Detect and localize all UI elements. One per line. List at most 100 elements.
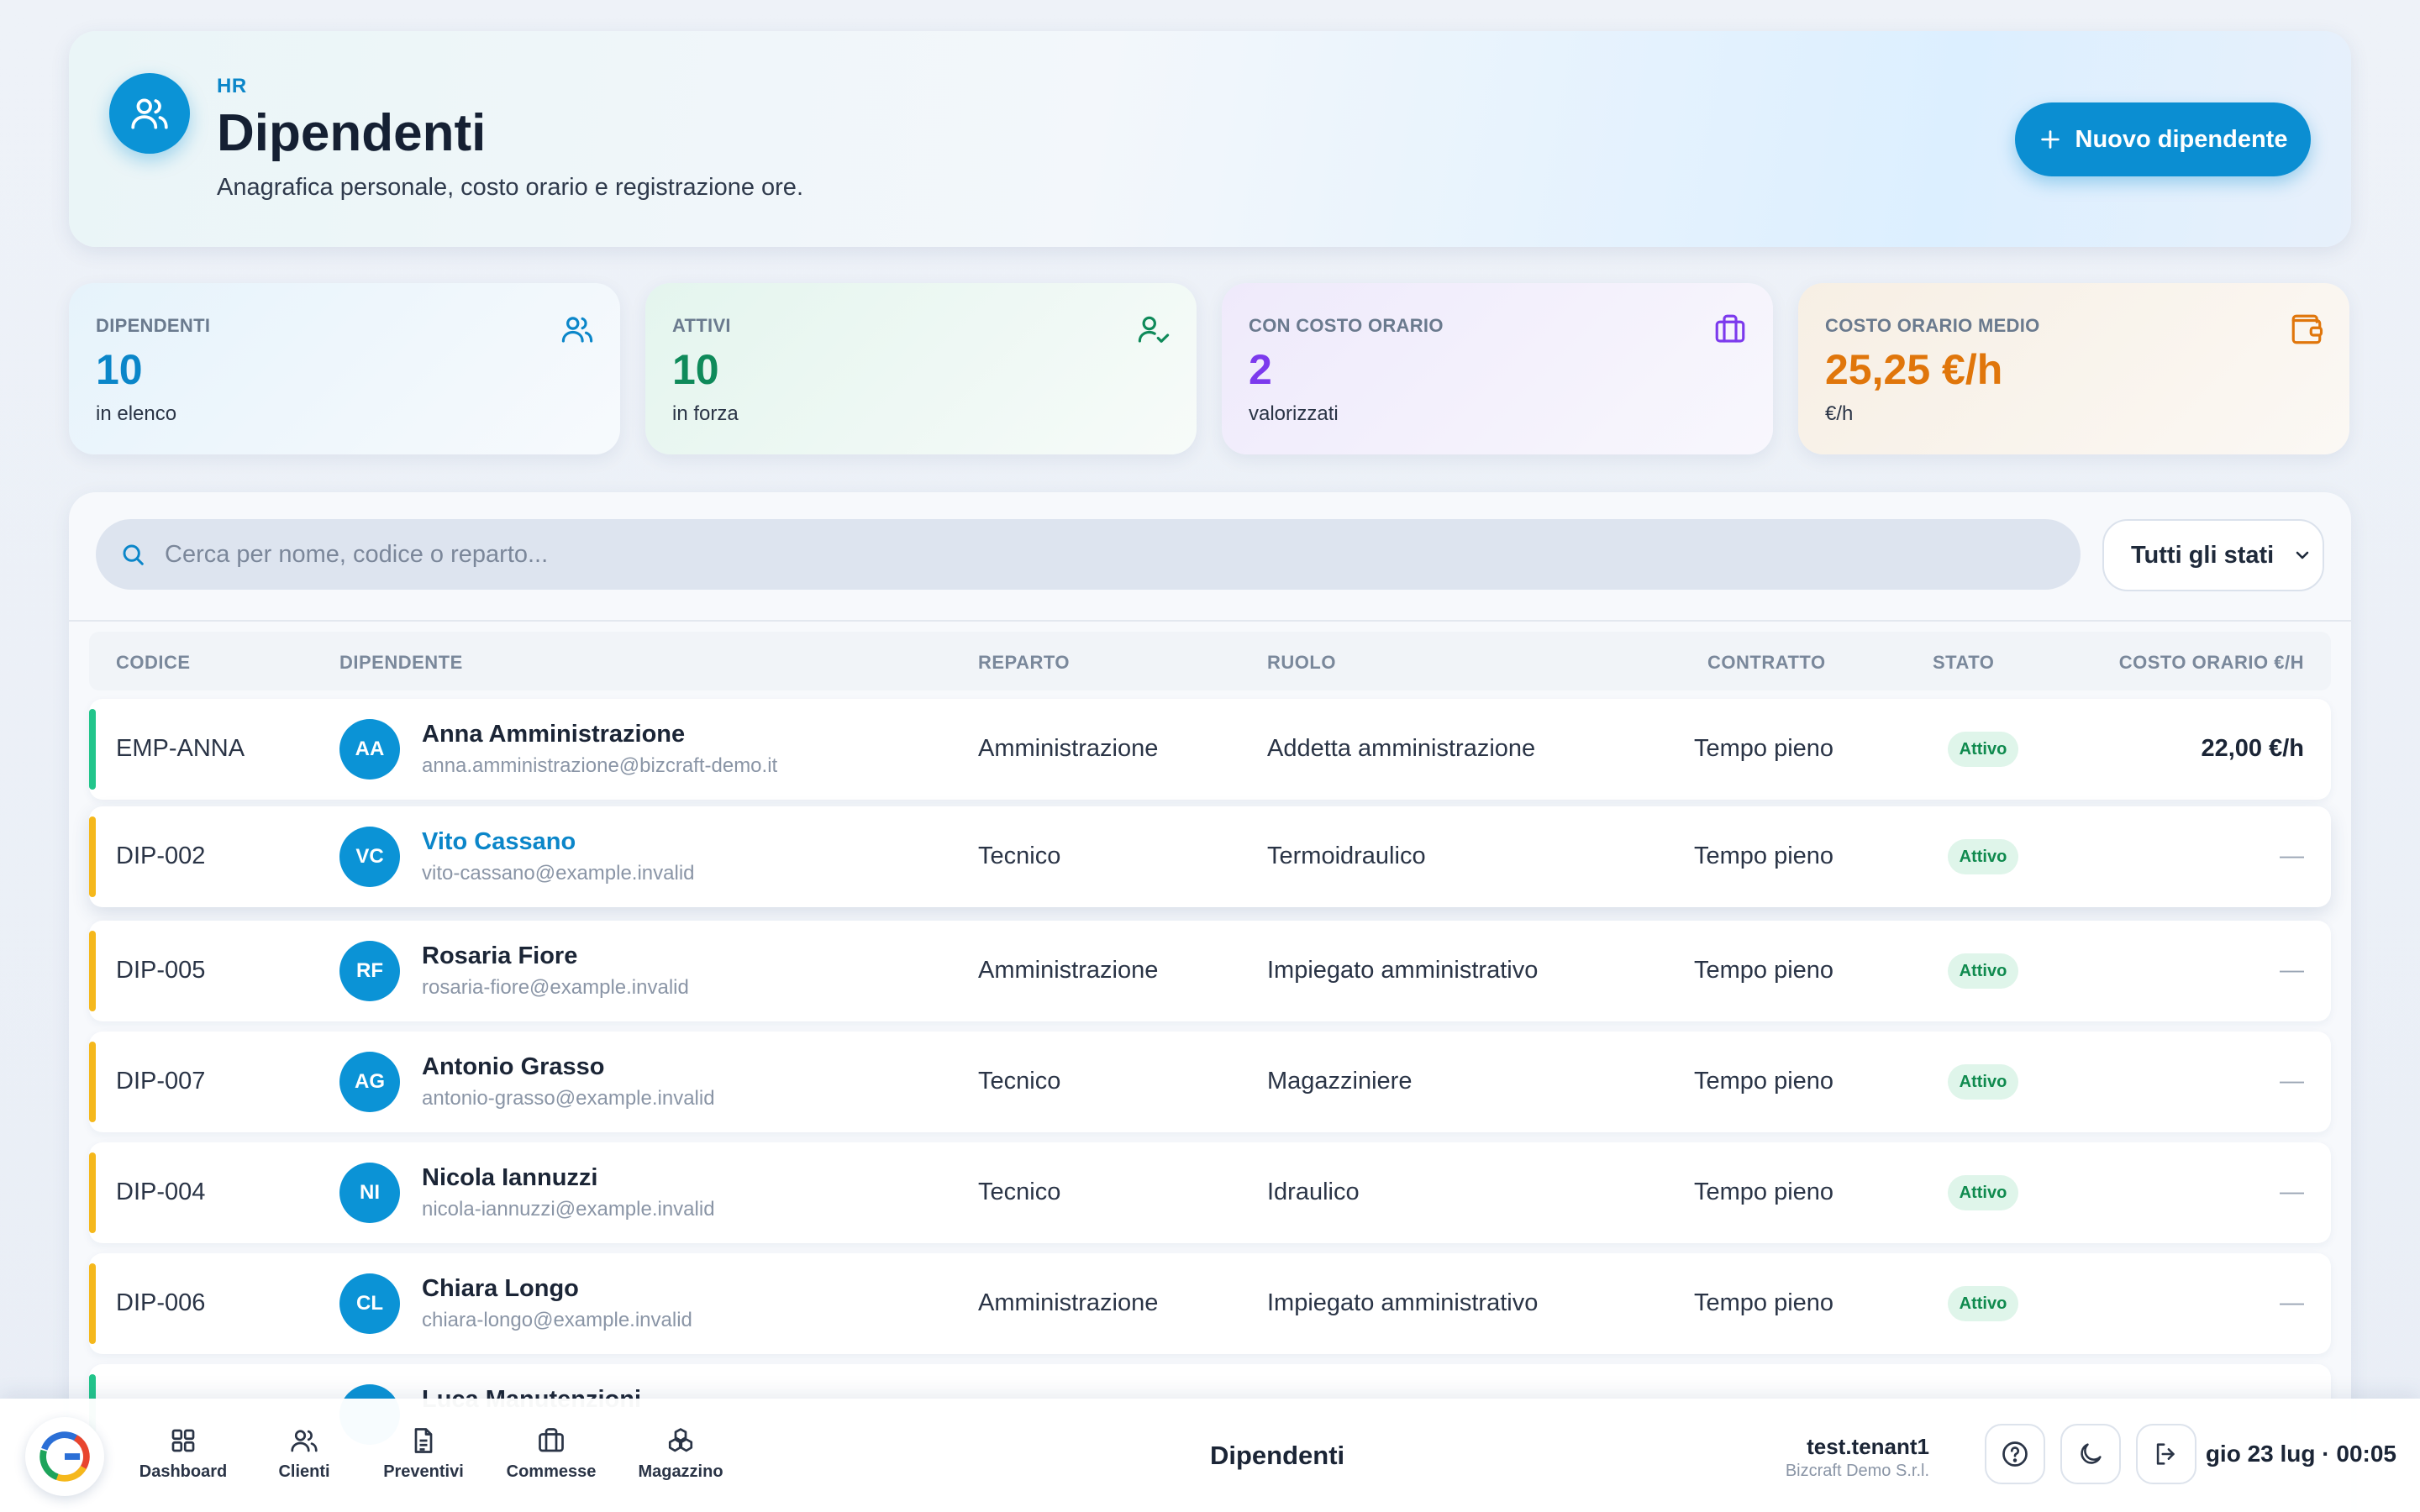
user-check-icon — [1138, 316, 1170, 343]
stat-card-avg-cost: COSTO ORARIO MEDIO 25,25 €/h €/h — [1798, 283, 2349, 454]
employee-role: Idraulico — [1267, 1179, 1360, 1205]
table-row[interactable]: DIP-004 NI Nicola Iannuzzi nicola-iannuz… — [89, 1142, 2331, 1243]
employee-department: Amministrazione — [978, 735, 1159, 762]
employee-name[interactable]: Antonio Grasso — [422, 1053, 605, 1081]
nav-label: Dashboard — [139, 1462, 228, 1481]
column-header-role[interactable]: RUOLO — [1267, 652, 1336, 674]
help-button[interactable] — [1985, 1424, 2045, 1484]
user-organization: Bizcraft Demo S.r.l. — [1785, 1462, 1929, 1480]
employee-name[interactable]: Nicola Iannuzzi — [422, 1164, 597, 1192]
stat-value: 10 — [96, 346, 143, 393]
row-status-accent — [89, 1263, 96, 1344]
employee-code: DIP-002 — [116, 843, 206, 869]
wallet-icon — [2291, 314, 2323, 344]
hourly-cost: — — [2280, 1179, 2304, 1205]
avatar: VC — [339, 827, 400, 887]
employee-name[interactable]: Chiara Longo — [422, 1275, 579, 1303]
table-row[interactable]: DIP-002 VC Vito Cassano vito-cassano@exa… — [89, 806, 2331, 907]
employee-department: Amministrazione — [978, 957, 1159, 984]
column-header-department[interactable]: REPARTO — [978, 652, 1070, 674]
document-icon — [414, 1428, 433, 1453]
app-logo[interactable] — [25, 1417, 104, 1496]
divider — [69, 620, 2351, 622]
employee-name[interactable]: Anna Amministrazione — [422, 721, 685, 748]
employee-department: Amministrazione — [978, 1289, 1159, 1316]
column-header-status[interactable]: STATO — [1933, 652, 1994, 674]
employee-code: DIP-006 — [116, 1289, 206, 1316]
bottom-bar: Dashboard Clienti Preventivi Commesse Ma… — [0, 1399, 2420, 1512]
hourly-cost: — — [2280, 1289, 2304, 1316]
employee-email: vito-cassano@example.invalid — [422, 862, 695, 885]
status-badge: Attivo — [1948, 953, 2018, 989]
employee-email: antonio-grasso@example.invalid — [422, 1087, 715, 1110]
employee-contract: Tempo pieno — [1694, 1068, 1834, 1095]
table-row[interactable]: DIP-005 RF Rosaria Fiore rosaria-fiore@e… — [89, 921, 2331, 1021]
employee-role: Addetta amministrazione — [1267, 735, 1536, 762]
nav-label: Clienti — [278, 1462, 330, 1481]
employee-name[interactable]: Vito Cassano — [422, 828, 576, 856]
section-eyebrow: HR — [217, 75, 247, 97]
stat-sub: valorizzati — [1249, 402, 1339, 425]
stat-value: 10 — [672, 346, 719, 393]
row-status-accent — [89, 709, 96, 790]
stat-card-hourly-cost: CON COSTO ORARIO 2 valorizzati — [1222, 283, 1773, 454]
help-icon — [2002, 1441, 2028, 1467]
logout-button[interactable] — [2136, 1424, 2196, 1484]
app-logo-icon — [39, 1431, 90, 1482]
stat-card-active: ATTIVI 10 in forza — [645, 283, 1197, 454]
employee-email: chiara-longo@example.invalid — [422, 1309, 692, 1331]
logout-icon — [2156, 1443, 2175, 1465]
stat-sub: in forza — [672, 402, 739, 425]
employee-code: DIP-004 — [116, 1179, 206, 1205]
employee-contract: Tempo pieno — [1694, 1289, 1834, 1316]
hourly-cost: — — [2280, 843, 2304, 869]
users-icon — [109, 73, 190, 154]
users-icon — [291, 1430, 318, 1452]
status-badge: Attivo — [1948, 1064, 2018, 1100]
stat-value: 2 — [1249, 346, 1272, 393]
employee-email: anna.amministrazione@bizcraft-demo.it — [422, 754, 778, 777]
nav-item-magazzino[interactable]: Magazzino — [622, 1425, 739, 1482]
avatar: AG — [339, 1052, 400, 1112]
table-row[interactable]: DIP-007 AG Antonio Grasso antonio-grasso… — [89, 1032, 2331, 1132]
search-box[interactable] — [96, 519, 2081, 590]
search-input[interactable] — [165, 540, 2013, 569]
status-filter-select[interactable]: Tutti gli stati — [2102, 519, 2324, 591]
briefcase-icon — [1715, 314, 1745, 343]
plus-icon — [2040, 130, 2060, 149]
status-badge: Attivo — [1948, 1286, 2018, 1321]
page-header: HR Dipendenti Anagrafica personale, cost… — [69, 31, 2351, 247]
employee-role: Impiegato amministrativo — [1267, 957, 1539, 984]
column-header-hourly-cost[interactable]: COSTO ORARIO €/H — [2119, 652, 2304, 674]
employee-code: DIP-005 — [116, 957, 206, 984]
nav-label: Magazzino — [638, 1462, 723, 1481]
nav-item-clienti[interactable]: Clienti — [245, 1425, 363, 1482]
nav-item-dashboard[interactable]: Dashboard — [124, 1425, 242, 1482]
dashboard-icon — [171, 1429, 195, 1452]
new-employee-button[interactable]: Nuovo dipendente — [2015, 102, 2311, 176]
column-header-code[interactable]: CODICE — [116, 652, 191, 674]
column-header-employee[interactable]: DIPENDENTE — [339, 652, 463, 674]
search-icon — [123, 544, 144, 565]
table-row[interactable]: DIP-006 CL Chiara Longo chiara-longo@exa… — [89, 1253, 2331, 1354]
stat-sub: in elenco — [96, 402, 177, 425]
employee-name[interactable]: Rosaria Fiore — [422, 942, 577, 970]
hourly-cost: — — [2280, 957, 2304, 984]
page-title: Dipendenti — [217, 104, 487, 162]
column-header-contract[interactable]: CONTRATTO — [1707, 652, 1826, 674]
employee-contract: Tempo pieno — [1694, 957, 1834, 984]
employee-department: Tecnico — [978, 1068, 1061, 1095]
user-name: test.tenant1 — [1807, 1434, 1929, 1459]
row-status-accent — [89, 1152, 96, 1233]
employee-code: EMP-ANNA — [116, 735, 245, 762]
status-badge: Attivo — [1948, 839, 2018, 874]
status-filter-value: Tutti gli stati — [2131, 541, 2275, 569]
nav-item-commesse[interactable]: Commesse — [492, 1425, 610, 1482]
boxes-icon — [668, 1428, 693, 1452]
briefcase-icon — [539, 1428, 564, 1452]
status-badge: Attivo — [1948, 1175, 2018, 1210]
employee-role: Termoidraulico — [1267, 843, 1426, 869]
table-row[interactable]: EMP-ANNA AA Anna Amministrazione anna.am… — [89, 699, 2331, 800]
theme-toggle-button[interactable] — [2060, 1424, 2121, 1484]
nav-item-preventivi[interactable]: Preventivi — [365, 1425, 482, 1482]
